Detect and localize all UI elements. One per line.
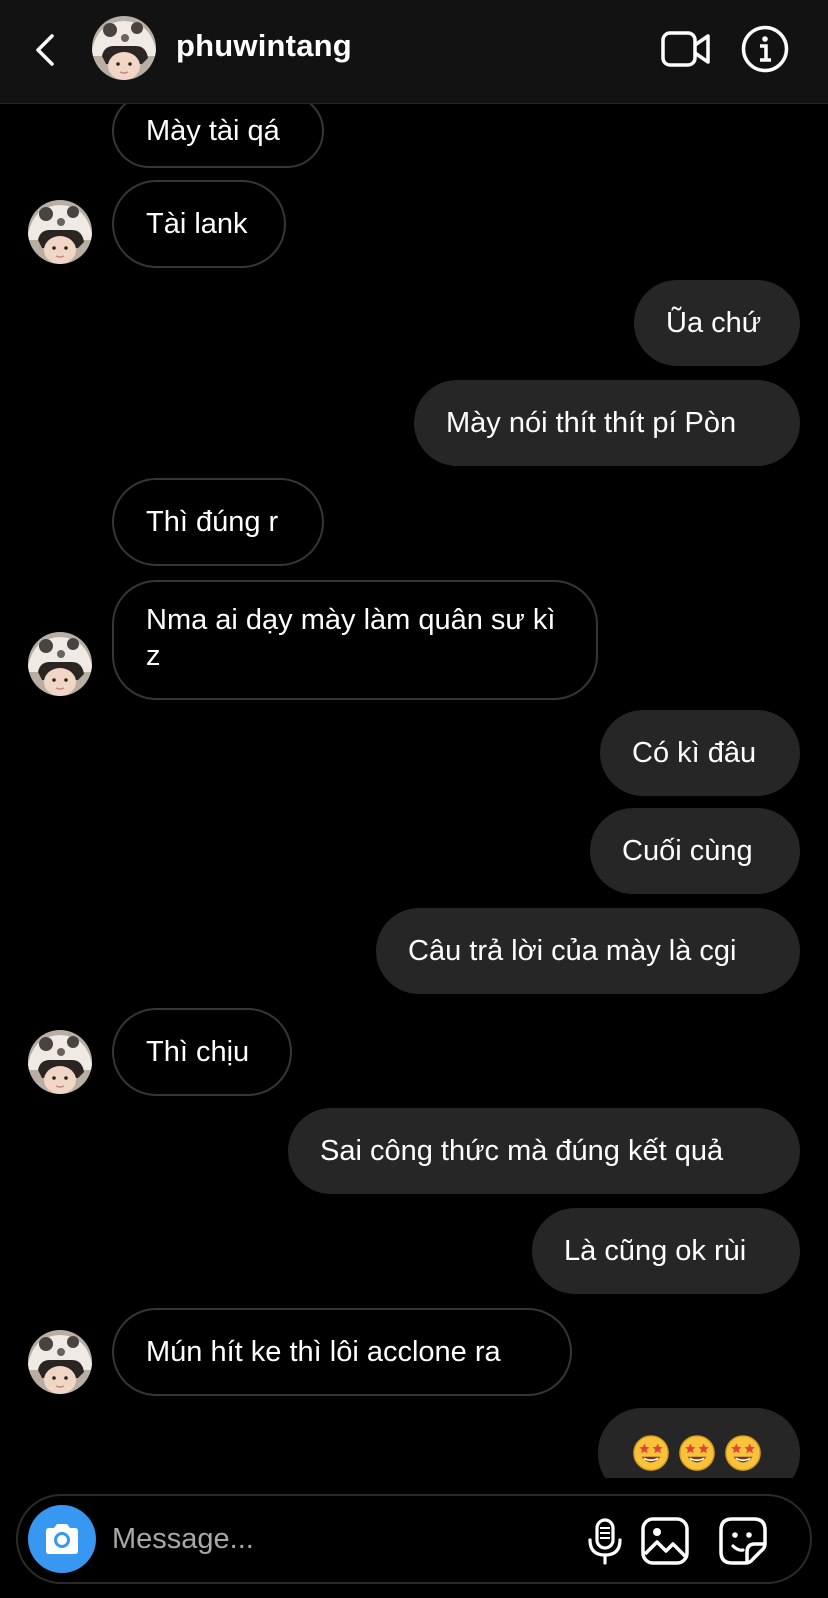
sticker-icon[interactable] <box>718 1516 768 1566</box>
microphone-icon[interactable] <box>580 1516 630 1566</box>
message-bubble-outgoing[interactable]: Câu trả lời của mày là cgi <box>376 908 800 994</box>
message-list[interactable]: Mày tài qá Tài lank Ũa chứ Mày nói thít … <box>0 104 828 1478</box>
avatar[interactable] <box>28 1030 92 1094</box>
message-bubble-incoming[interactable]: Thì chịu <box>112 1008 292 1096</box>
camera-button[interactable] <box>28 1505 96 1573</box>
message-bubble-outgoing[interactable]: Cuối cùng <box>590 808 800 894</box>
message-input[interactable] <box>110 1516 554 1562</box>
avatar[interactable] <box>28 200 92 264</box>
username[interactable]: phuwintang <box>176 28 352 64</box>
message-bubble-outgoing[interactable]: Mày nói thít thít pí Pòn <box>414 380 800 466</box>
message-bubble-outgoing[interactable]: Là cũng ok rùi <box>532 1208 800 1294</box>
video-camera-icon[interactable] <box>660 28 712 70</box>
message-bubble-incoming[interactable]: Nma ai dạy mày làm quân sư kì z <box>112 580 598 700</box>
star-struck-emoji-icon <box>724 1434 762 1472</box>
message-bubble-outgoing[interactable] <box>598 1408 800 1478</box>
chevron-left-icon[interactable] <box>26 26 66 74</box>
info-icon[interactable] <box>740 24 790 74</box>
avatar[interactable] <box>28 632 92 696</box>
star-struck-emoji-icon <box>678 1434 716 1472</box>
message-bubble-incoming[interactable]: Tài lank <box>112 180 286 268</box>
message-bubble-incoming[interactable]: Mày tài qá <box>112 104 324 168</box>
avatar[interactable] <box>28 1330 92 1394</box>
message-bubble-outgoing[interactable]: Ũa chứ <box>634 280 800 366</box>
chat-header: phuwintang <box>0 0 828 104</box>
message-bubble-incoming[interactable]: Mún hít ke thì lôi acclone ra <box>112 1308 572 1396</box>
message-bubble-outgoing[interactable]: Sai công thức mà đúng kết quả <box>288 1108 800 1194</box>
avatar[interactable] <box>92 16 156 80</box>
image-icon[interactable] <box>640 1516 690 1566</box>
message-bubble-outgoing[interactable]: Có kì đâu <box>600 710 800 796</box>
message-composer <box>16 1494 812 1584</box>
message-bubble-incoming[interactable]: Thì đúng r <box>112 478 324 566</box>
star-struck-emoji-icon <box>632 1434 670 1472</box>
camera-icon <box>46 1524 78 1554</box>
